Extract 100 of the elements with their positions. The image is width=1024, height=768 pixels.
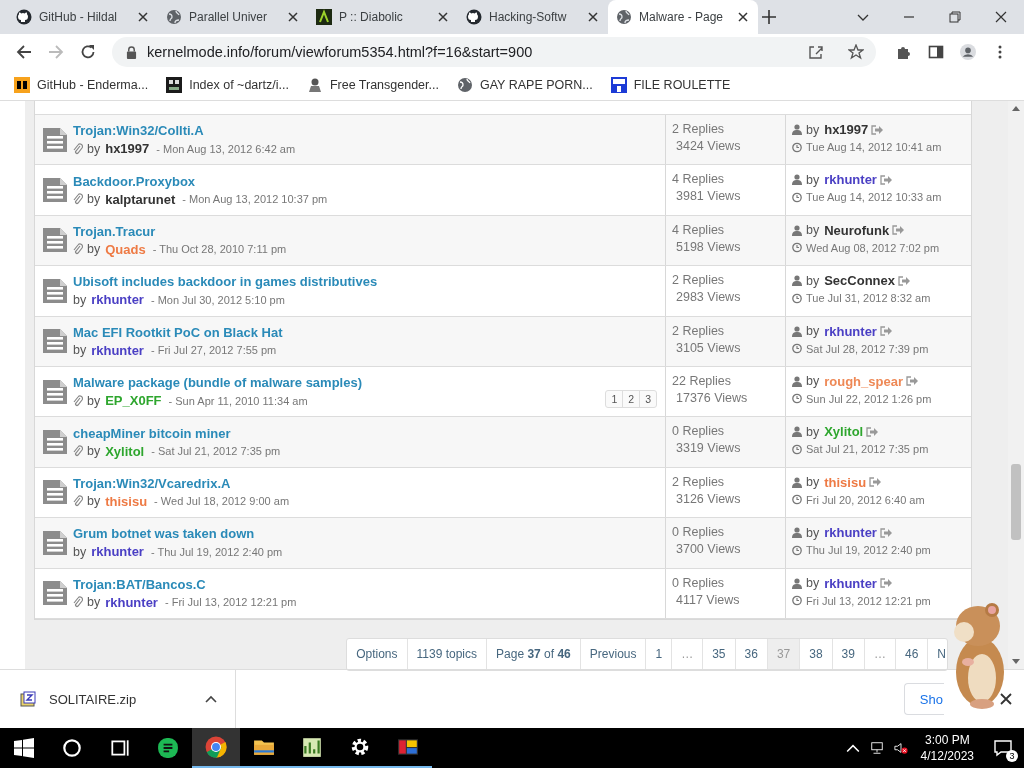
document-icon (42, 277, 68, 304)
show-all-button[interactable]: Sho (903, 683, 944, 715)
new-tab-icon[interactable] (762, 10, 776, 24)
close-icon[interactable] (1000, 693, 1012, 705)
topic-link[interactable]: Mac EFI Rootkit PoC on Black Hat (73, 324, 283, 340)
username-link[interactable]: rkhunter (105, 594, 158, 610)
address-field[interactable]: kernelmode.info/forum/viewforum5354.html?f=16&start=900 (112, 37, 876, 67)
browser-tab[interactable]: Malware - Page (608, 0, 758, 34)
post-date: Tue Jul 31, 2012 8:32 am (806, 292, 931, 305)
page-link[interactable]: 46 (894, 638, 928, 670)
go-to-post-icon[interactable] (905, 376, 918, 387)
avatar-icon[interactable] (960, 44, 976, 60)
browser-tab[interactable]: Hacking-Softw (458, 0, 608, 34)
topic-link[interactable]: Trojan:BAT/Bancos.C (73, 576, 297, 592)
go-to-post-icon[interactable] (879, 527, 892, 538)
go-to-post-icon[interactable] (879, 326, 892, 337)
view-count: 3981 Views (675, 189, 742, 204)
page-link[interactable]: 3 (639, 391, 656, 408)
by-label: by (806, 374, 820, 389)
taskbar-button[interactable] (192, 728, 240, 768)
close-icon[interactable] (995, 11, 1007, 23)
topic-link[interactable]: Malware package (bundle of malware samples) (73, 375, 362, 391)
reload-icon[interactable] (80, 44, 96, 60)
scroll-up-icon[interactable] (1012, 105, 1020, 111)
document-icon (42, 177, 68, 204)
clock[interactable]: 3:00 PM 4/12/2023 (920, 732, 974, 764)
bookmark[interactable]: FILE ROULETTE (610, 77, 731, 93)
windows-start-icon[interactable] (14, 738, 34, 758)
restore-icon[interactable] (949, 11, 961, 23)
go-to-post-icon[interactable] (866, 426, 879, 437)
close-icon[interactable] (586, 10, 600, 24)
page-link[interactable]: Previous (579, 638, 646, 670)
username-link[interactable]: Neurofunk (824, 222, 890, 238)
username-link[interactable]: SecConnex (824, 273, 895, 289)
share-icon[interactable] (808, 44, 824, 60)
username-link[interactable]: rkhunter (824, 172, 877, 188)
page-link[interactable]: 35 (702, 638, 735, 670)
document-icon (42, 529, 68, 556)
username-link[interactable]: rkhunter (91, 292, 144, 308)
username-link[interactable]: rkhunter (824, 575, 877, 591)
muted-speaker-icon[interactable] (893, 741, 908, 755)
go-to-post-icon[interactable] (892, 225, 905, 236)
page-link[interactable]: 2 (622, 391, 640, 408)
browser-tab[interactable]: GitHub - Hildal (8, 0, 158, 34)
search-icon (61, 737, 83, 759)
topic-link[interactable]: cheapMiner bitcoin miner (73, 425, 281, 441)
close-icon[interactable] (136, 10, 150, 24)
back-icon[interactable] (16, 44, 32, 60)
clock-icon (792, 494, 802, 506)
bookmark[interactable]: Index of ~dartz/i... (166, 77, 289, 93)
scrollbar[interactable] (1008, 101, 1024, 669)
star-icon[interactable] (848, 44, 864, 60)
topic-link[interactable]: Trojan:Win32/Vcaredrix.A (73, 475, 290, 491)
username-link[interactable]: hx1997 (105, 141, 150, 157)
document-icon (42, 479, 68, 506)
page-link[interactable]: 36 (734, 638, 767, 670)
reply-count: 22 Replies (672, 373, 733, 388)
bookmark[interactable]: GitHub - Enderma... (14, 77, 149, 93)
username-link[interactable]: rkhunter (824, 525, 877, 541)
page-link[interactable]: 38 (799, 638, 832, 670)
user-icon (792, 224, 802, 236)
username-link[interactable]: hx1997 (824, 122, 869, 137)
page-link[interactable]: 1 (645, 638, 672, 670)
tile-icon (316, 9, 332, 25)
username-link[interactable]: rkhunter (824, 323, 877, 339)
puzzle-icon[interactable] (896, 44, 912, 60)
browser-tab[interactable]: P :: Diabolic (308, 0, 458, 34)
username-link[interactable]: kalptarunet (105, 191, 176, 207)
view-count: 3700 Views (675, 542, 742, 557)
go-to-post-icon[interactable] (879, 578, 892, 588)
topic-link[interactable]: Backdoor.Proxybox (73, 173, 328, 189)
topic-link[interactable]: Trojan:Win32/Collti.A (73, 123, 296, 139)
by-label: by (806, 525, 820, 540)
close-icon[interactable] (436, 10, 450, 24)
by-label: by (806, 122, 820, 137)
go-to-post-icon[interactable] (871, 124, 884, 135)
by-label: by (87, 141, 101, 156)
scrollbar-thumb[interactable] (1011, 464, 1021, 540)
scroll-down-icon[interactable] (1012, 659, 1020, 665)
page-link[interactable]: 39 (831, 638, 864, 670)
username-link[interactable]: rkhunter (91, 342, 144, 358)
go-to-post-icon[interactable] (898, 275, 910, 286)
browser-tab[interactable]: Parallel Univer (158, 0, 308, 34)
topic-link[interactable]: Trojan.Tracur (73, 223, 287, 239)
reply-count: 4 Replies (672, 172, 726, 187)
username-link[interactable]: rkhunter (91, 544, 144, 560)
close-icon[interactable] (286, 10, 300, 24)
sidebar-icon[interactable] (928, 44, 944, 60)
page-link[interactable]: N (927, 638, 947, 670)
go-to-post-icon[interactable] (869, 477, 882, 488)
topic-link[interactable]: Ubisoft includes backdoor in games distributives (73, 274, 378, 290)
go-to-post-icon[interactable] (879, 174, 892, 185)
notification-button[interactable]: 3 (988, 733, 1018, 763)
close-icon[interactable] (736, 10, 750, 24)
topic-link[interactable]: Grum botnet was taken down (73, 526, 283, 542)
bookmark[interactable]: Free Transgender... (306, 77, 439, 93)
post-date: Wed Aug 08, 2012 7:02 pm (806, 241, 940, 254)
page-link[interactable]: 1 (606, 391, 623, 408)
bookmark[interactable]: GAY RAPE PORN... (456, 77, 593, 93)
network-icon[interactable] (869, 741, 884, 755)
